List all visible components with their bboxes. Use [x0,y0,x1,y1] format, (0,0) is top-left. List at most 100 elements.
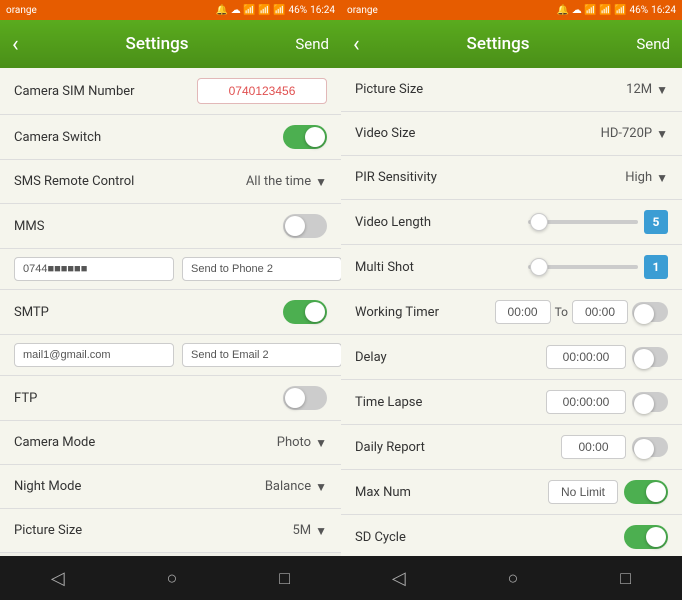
left-battery: 46% [289,5,308,16]
time-lapse-inputs [546,390,668,414]
daily-report-input[interactable] [561,435,626,459]
time-lapse-toggle[interactable] [632,392,668,412]
video-length-label: Video Length [355,215,431,230]
pir-sensitivity-arrow: ▼ [656,171,668,185]
right-status-icons: 🔔 ☁ 📶 📶 📶 [557,5,627,16]
right-header: ‹ Settings Send [341,20,682,68]
working-timer-row: Working Timer To [341,290,682,335]
left-time: 16:24 [310,5,335,16]
left-carrier: orange [6,5,37,16]
right-back-nav-icon[interactable]: ◁ [392,568,406,589]
send-to-phone-input[interactable] [182,257,341,281]
right-status-left: orange [347,5,378,16]
right-carrier: orange [347,5,378,16]
left-picture-size-arrow: ▼ [315,524,327,538]
right-panel: orange 🔔 ☁ 📶 📶 📶 46% 16:24 ‹ Settings Se… [341,0,682,600]
multi-shot-thumb[interactable] [530,258,548,276]
right-recent-nav-icon[interactable]: □ [620,568,631,589]
sd-cycle-label: SD Cycle [355,530,406,545]
left-send-button[interactable]: Send [295,35,329,53]
left-header-title: Settings [126,34,189,54]
video-length-thumb[interactable] [530,213,548,231]
sms-remote-label: SMS Remote Control [14,174,134,189]
pir-sensitivity-value: High [625,170,652,185]
working-timer-from[interactable] [495,300,551,324]
max-num-row: Max Num [341,470,682,515]
video-length-track[interactable] [528,220,638,224]
ftp-row: FTP [0,376,341,421]
daily-report-toggle[interactable] [632,437,668,457]
mms-toggle[interactable] [283,214,327,238]
video-size-arrow: ▼ [656,127,668,141]
mms-row: MMS [0,204,341,249]
camera-sim-row: Camera SIM Number [0,68,341,115]
sms-remote-arrow: ▼ [315,175,327,189]
pir-sensitivity-dropdown[interactable]: High ▼ [625,170,668,185]
video-size-row: Video Size HD-720P ▼ [341,112,682,156]
left-bottom-nav: ◁ ○ □ [0,556,341,600]
mms-label: MMS [14,219,44,234]
ftp-label: FTP [14,391,37,406]
send-to-email-input[interactable] [182,343,341,367]
multi-shot-slider-container: 1 [528,255,668,279]
ftp-toggle[interactable] [283,386,327,410]
working-timer-to-label: To [555,305,568,319]
max-num-toggle[interactable] [624,480,668,504]
multi-shot-track[interactable] [528,265,638,269]
camera-mode-value: Photo [277,435,311,450]
delay-row: Delay [341,335,682,380]
left-status-bar: orange 🔔 ☁ 📶 📶 📶 46% 16:24 [0,0,341,20]
right-picture-size-value: 12M [626,82,652,97]
pir-sensitivity-label: PIR Sensitivity [355,170,437,185]
camera-sim-input[interactable] [197,78,327,104]
delay-toggle[interactable] [632,347,668,367]
smtp-toggle[interactable] [283,300,327,324]
video-size-value: HD-720P [601,126,653,141]
delay-input[interactable] [546,345,626,369]
left-recent-nav-icon[interactable]: □ [279,568,290,589]
left-picture-size-value: 5M [292,523,311,538]
right-bottom-nav: ◁ ○ □ [341,556,682,600]
camera-mode-dropdown[interactable]: Photo ▼ [277,435,327,450]
time-lapse-input[interactable] [546,390,626,414]
left-back-nav-icon[interactable]: ◁ [51,568,65,589]
night-mode-dropdown[interactable]: Balance ▼ [265,479,327,494]
left-status-icons: 🔔 ☁ 📶 📶 📶 [216,5,286,16]
camera-mode-label: Camera Mode [14,435,95,450]
working-timer-inputs: To [495,300,668,324]
right-back-button[interactable]: ‹ [353,32,360,57]
max-num-label: Max Num [355,485,411,500]
email-input[interactable] [14,343,174,367]
working-timer-toggle[interactable] [632,302,668,322]
left-picture-size-dropdown[interactable]: 5M ▼ [292,523,327,538]
left-home-nav-icon[interactable]: ○ [167,568,178,589]
night-mode-value: Balance [265,479,311,494]
left-content: Camera SIM Number Camera Switch SMS Remo… [0,68,341,556]
delay-label: Delay [355,350,387,365]
right-picture-size-dropdown[interactable]: 12M ▼ [626,82,668,97]
night-mode-label: Night Mode [14,479,81,494]
sd-cycle-toggle[interactable] [624,525,668,549]
sms-remote-value: All the time [246,174,311,189]
left-back-button[interactable]: ‹ [12,32,19,57]
camera-switch-toggle[interactable] [283,125,327,149]
working-timer-to[interactable] [572,300,628,324]
left-picture-size-label: Picture Size [14,523,82,538]
camera-sim-label: Camera SIM Number [14,84,135,99]
delay-inputs [546,345,668,369]
daily-report-inputs [561,435,668,459]
sms-remote-row: SMS Remote Control All the time ▼ [0,160,341,204]
pir-sensitivity-row: PIR Sensitivity High ▼ [341,156,682,200]
time-lapse-label: Time Lapse [355,395,422,410]
right-send-button[interactable]: Send [636,35,670,53]
working-timer-label: Working Timer [355,305,439,320]
phone-number-input[interactable] [14,257,174,281]
video-size-dropdown[interactable]: HD-720P ▼ [601,126,668,141]
sms-remote-dropdown[interactable]: All the time ▼ [246,174,327,189]
right-picture-size-label: Picture Size [355,82,423,97]
right-home-nav-icon[interactable]: ○ [508,568,519,589]
right-header-title: Settings [467,34,530,54]
night-mode-row: Night Mode Balance ▼ [0,465,341,509]
camera-mode-arrow: ▼ [315,436,327,450]
max-num-input[interactable] [548,480,618,504]
